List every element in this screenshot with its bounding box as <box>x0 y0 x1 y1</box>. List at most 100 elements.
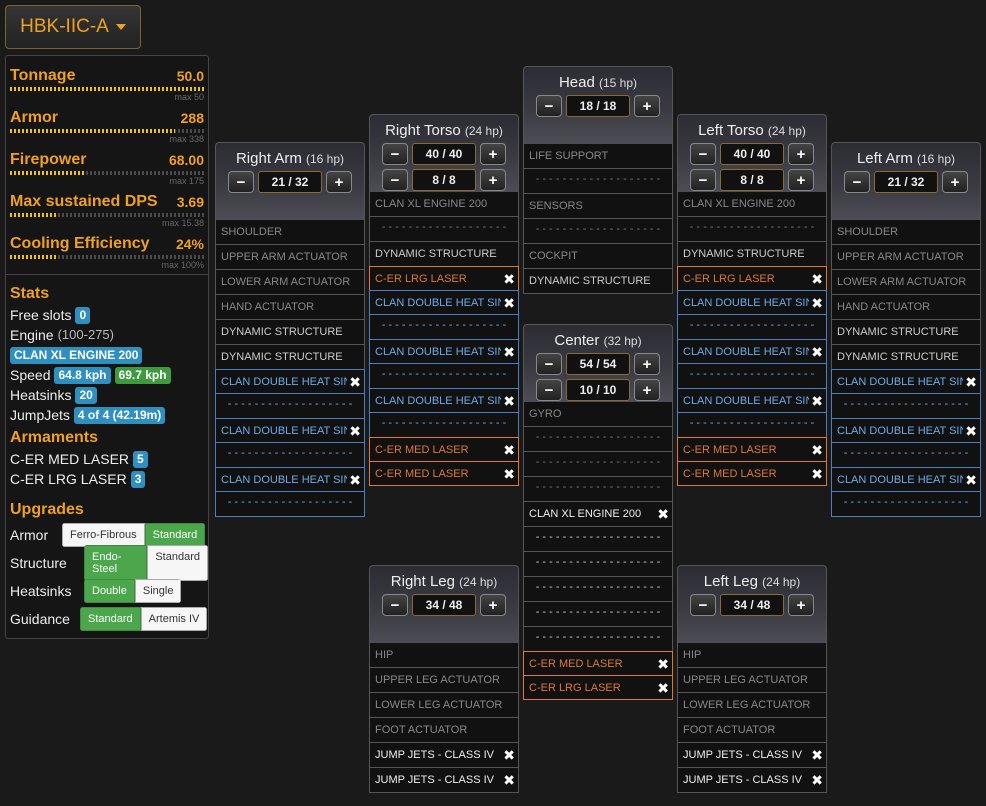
empty-slot[interactable]: - - - - - - - - - - - - - - - - - - - <box>677 364 827 389</box>
close-icon[interactable]: ✖ <box>809 340 823 363</box>
equipment-slot[interactable]: JUMP JETS - CLASS IV ✖ <box>677 768 827 793</box>
equipment-slot[interactable]: DYNAMIC STRUCTURE <box>831 345 981 370</box>
plus-icon[interactable]: + <box>634 379 660 401</box>
equipment-slot[interactable]: JUMP JETS - CLASS IV ✖ <box>677 743 827 768</box>
empty-slot[interactable]: - - - - - - - - - - - - - - - - - - - <box>677 315 827 340</box>
equipment-slot[interactable]: HAND ACTUATOR <box>831 295 981 320</box>
equipment-slot[interactable]: SHOULDER <box>215 220 365 245</box>
equipment-slot[interactable]: UPPER ARM ACTUATOR <box>215 245 365 270</box>
equipment-slot[interactable]: C-ER MED LASER ✖ <box>677 437 827 462</box>
equipment-slot[interactable]: LIFE SUPPORT <box>523 144 673 169</box>
equipment-slot[interactable]: CLAN DOUBLE HEAT SINK ✖ <box>677 339 827 364</box>
plus-icon[interactable]: + <box>788 594 814 616</box>
empty-slot[interactable]: - - - - - - - - - - - - - - - - - - - <box>369 315 519 340</box>
plus-icon[interactable]: + <box>788 169 814 191</box>
close-icon[interactable]: ✖ <box>501 768 515 792</box>
equipment-slot[interactable]: C-ER LRG LASER ✖ <box>523 675 673 700</box>
equipment-slot[interactable]: CLAN DOUBLE HEAT SINK ✖ <box>677 388 827 413</box>
equipment-slot[interactable]: CLAN DOUBLE HEAT SINK ✖ <box>677 290 827 315</box>
close-icon[interactable]: ✖ <box>501 267 515 290</box>
minus-icon[interactable]: − <box>382 143 408 165</box>
close-icon[interactable]: ✖ <box>809 743 823 767</box>
empty-slot[interactable]: - - - - - - - - - - - - - - - - - - - <box>523 602 673 627</box>
equipment-slot[interactable]: CLAN XL ENGINE 200 <box>369 192 519 217</box>
plus-icon[interactable]: + <box>480 143 506 165</box>
close-icon[interactable]: ✖ <box>501 743 515 767</box>
equipment-slot[interactable]: CLAN DOUBLE HEAT SINK ✖ <box>831 467 981 492</box>
equipment-slot[interactable]: DYNAMIC STRUCTURE <box>523 269 673 294</box>
minus-icon[interactable]: − <box>690 143 716 165</box>
close-icon[interactable]: ✖ <box>809 389 823 412</box>
equipment-slot[interactable]: SENSORS <box>523 194 673 219</box>
equipment-slot[interactable]: LOWER LEG ACTUATOR <box>369 693 519 718</box>
minus-icon[interactable]: − <box>690 169 716 191</box>
close-icon[interactable]: ✖ <box>347 419 361 442</box>
plus-icon[interactable]: + <box>634 95 660 117</box>
empty-slot[interactable]: - - - - - - - - - - - - - - - - - - - <box>523 169 673 194</box>
close-icon[interactable]: ✖ <box>809 291 823 314</box>
minus-icon[interactable]: − <box>382 594 408 616</box>
plus-icon[interactable]: + <box>634 353 660 375</box>
close-icon[interactable]: ✖ <box>809 438 823 461</box>
close-icon[interactable]: ✖ <box>347 370 361 393</box>
empty-slot[interactable]: - - - - - - - - - - - - - - - - - - - <box>369 217 519 242</box>
equipment-slot[interactable]: SHOULDER <box>831 220 981 245</box>
equipment-slot[interactable]: LOWER ARM ACTUATOR <box>215 270 365 295</box>
equipment-slot[interactable]: UPPER LEG ACTUATOR <box>369 668 519 693</box>
equipment-slot[interactable]: FOOT ACTUATOR <box>677 718 827 743</box>
equipment-slot[interactable]: JUMP JETS - CLASS IV ✖ <box>369 743 519 768</box>
plus-icon[interactable]: + <box>788 143 814 165</box>
equipment-slot[interactable]: LOWER ARM ACTUATOR <box>831 270 981 295</box>
equipment-slot[interactable]: UPPER LEG ACTUATOR <box>677 668 827 693</box>
close-icon[interactable]: ✖ <box>501 438 515 461</box>
minus-icon[interactable]: − <box>690 594 716 616</box>
equipment-slot[interactable]: C-ER MED LASER ✖ <box>523 651 673 676</box>
equipment-slot[interactable]: GYRO <box>523 402 673 427</box>
close-icon[interactable]: ✖ <box>809 267 823 290</box>
plus-icon[interactable]: + <box>480 169 506 191</box>
empty-slot[interactable]: - - - - - - - - - - - - - - - - - - - <box>369 413 519 438</box>
standard-armor-option[interactable]: Standard <box>144 523 206 547</box>
empty-slot[interactable]: - - - - - - - - - - - - - - - - - - - <box>677 413 827 438</box>
equipment-slot[interactable]: DYNAMIC STRUCTURE <box>831 320 981 345</box>
empty-slot[interactable]: - - - - - - - - - - - - - - - - - - - <box>215 443 365 468</box>
equipment-slot[interactable]: CLAN DOUBLE HEAT SINK ✖ <box>215 418 365 443</box>
close-icon[interactable]: ✖ <box>501 340 515 363</box>
empty-slot[interactable]: - - - - - - - - - - - - - - - - - - - <box>831 394 981 419</box>
equipment-slot[interactable]: CLAN DOUBLE HEAT SINK ✖ <box>831 369 981 394</box>
equipment-slot[interactable]: DYNAMIC STRUCTURE <box>369 242 519 267</box>
empty-slot[interactable]: - - - - - - - - - - - - - - - - - - - <box>523 427 673 452</box>
empty-slot[interactable]: - - - - - - - - - - - - - - - - - - - <box>523 627 673 652</box>
ferro-fibrous-option[interactable]: Ferro-Fibrous <box>62 523 145 547</box>
equipment-slot[interactable]: CLAN DOUBLE HEAT SINK ✖ <box>369 290 519 315</box>
equipment-slot[interactable]: CLAN DOUBLE HEAT SINK ✖ <box>831 418 981 443</box>
standard-guidance-option[interactable]: Standard <box>80 607 141 631</box>
equipment-slot[interactable]: CLAN XL ENGINE 200 <box>677 192 827 217</box>
equipment-slot[interactable]: HAND ACTUATOR <box>215 295 365 320</box>
close-icon[interactable]: ✖ <box>963 468 977 491</box>
single-heatsink-option[interactable]: Single <box>134 579 182 603</box>
equipment-slot[interactable]: JUMP JETS - CLASS IV ✖ <box>369 768 519 793</box>
empty-slot[interactable]: - - - - - - - - - - - - - - - - - - - <box>677 217 827 242</box>
empty-slot[interactable]: - - - - - - - - - - - - - - - - - - - <box>523 552 673 577</box>
close-icon[interactable]: ✖ <box>501 389 515 412</box>
close-icon[interactable]: ✖ <box>963 370 977 393</box>
empty-slot[interactable]: - - - - - - - - - - - - - - - - - - - <box>523 452 673 477</box>
standard-structure-option[interactable]: Standard <box>147 545 208 581</box>
minus-icon[interactable]: − <box>844 171 870 193</box>
equipment-slot[interactable]: CLAN DOUBLE HEAT SINK ✖ <box>215 467 365 492</box>
close-icon[interactable]: ✖ <box>963 419 977 442</box>
close-icon[interactable]: ✖ <box>655 676 669 699</box>
artemis-guidance-option[interactable]: Artemis IV <box>140 607 208 631</box>
equipment-slot[interactable]: C-ER LRG LASER ✖ <box>369 266 519 291</box>
plus-icon[interactable]: + <box>942 171 968 193</box>
minus-icon[interactable]: − <box>536 353 562 375</box>
equipment-slot[interactable]: C-ER LRG LASER ✖ <box>677 266 827 291</box>
equipment-slot[interactable]: DYNAMIC STRUCTURE <box>215 345 365 370</box>
equipment-slot[interactable]: DYNAMIC STRUCTURE <box>677 242 827 267</box>
equipment-slot[interactable]: C-ER MED LASER ✖ <box>369 461 519 486</box>
equipment-slot[interactable]: UPPER ARM ACTUATOR <box>831 245 981 270</box>
equipment-slot[interactable]: HIP <box>369 643 519 668</box>
close-icon[interactable]: ✖ <box>655 652 669 675</box>
close-icon[interactable]: ✖ <box>655 502 669 526</box>
